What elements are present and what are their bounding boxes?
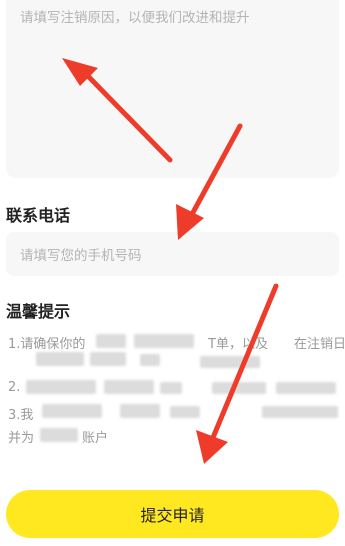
redaction-blur xyxy=(200,356,260,368)
redaction-blur xyxy=(36,352,84,366)
tip-line-4-start: 并为 xyxy=(8,431,35,446)
redaction-blur xyxy=(104,380,154,394)
tip-line-1-mid: T单，以及 xyxy=(208,337,268,352)
tip-line-1-end: 在注销日 xyxy=(294,337,345,352)
redaction-blur xyxy=(134,334,194,348)
tip-line-1-start: 1.请确保你的 xyxy=(8,337,86,352)
redaction-blur xyxy=(276,382,336,394)
tip-line-2-start: 2. xyxy=(8,380,21,395)
arrow-head-submit xyxy=(196,430,228,464)
redaction-blur xyxy=(26,380,96,394)
redaction-blur xyxy=(40,428,78,442)
redaction-blur xyxy=(262,406,338,418)
redaction-blur xyxy=(90,352,126,366)
cancellation-reason-textarea[interactable]: 请填写注销原因，以便我们改进和提升 xyxy=(6,0,339,178)
redaction-blur xyxy=(160,382,182,394)
redaction-blur xyxy=(42,404,102,418)
phone-label: 联系电话 xyxy=(6,206,71,225)
tip-line-3-start: 3.我 xyxy=(8,408,34,423)
redaction-blur xyxy=(140,354,160,366)
redaction-blur xyxy=(170,406,200,418)
redaction-blur xyxy=(212,382,266,394)
submit-application-button[interactable]: 提交申请 xyxy=(6,490,339,538)
redaction-blur xyxy=(120,404,160,418)
tips-title: 温馨提示 xyxy=(6,302,71,321)
phone-placeholder: 请填写您的手机号码 xyxy=(20,248,142,264)
tip-line-4-end: 账户 xyxy=(82,431,109,446)
reason-placeholder: 请填写注销原因，以便我们改进和提升 xyxy=(20,10,250,26)
phone-input[interactable]: 请填写您的手机号码 xyxy=(6,232,339,276)
redaction-blur xyxy=(96,334,126,348)
